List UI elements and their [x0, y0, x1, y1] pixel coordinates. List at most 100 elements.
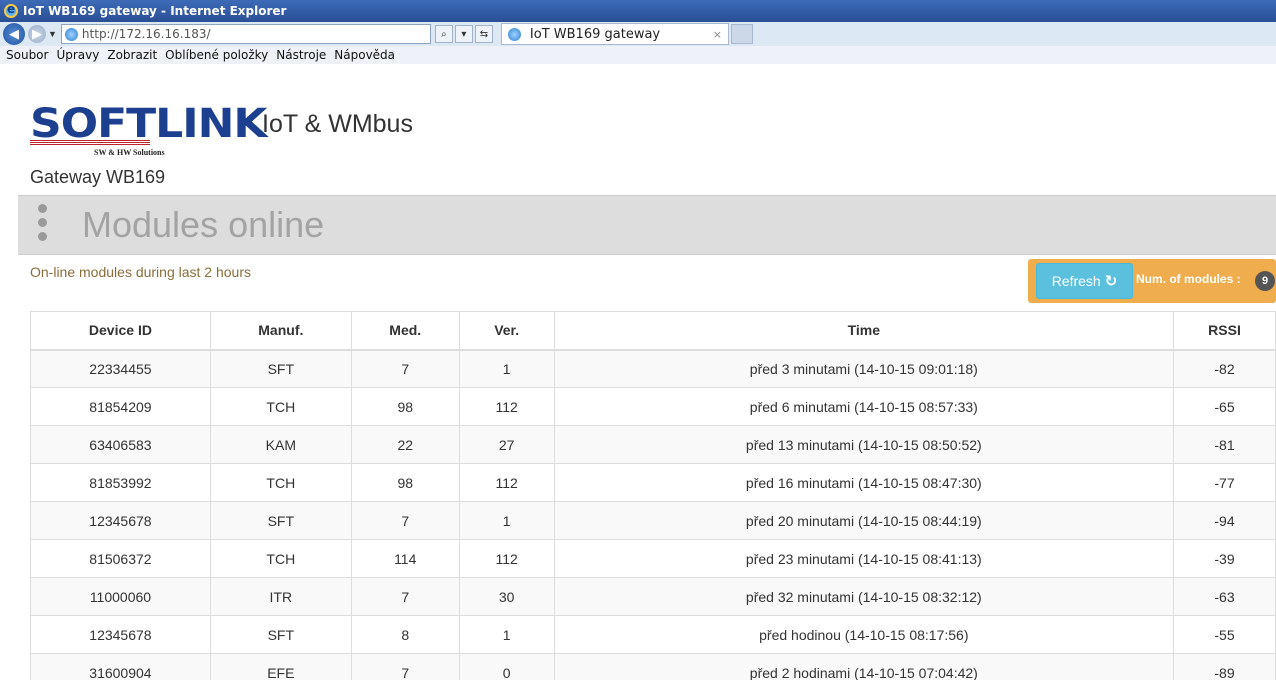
cell-time: před hodinou (14-10-15 08:17:56) [553, 615, 1175, 654]
cell-version: 112 [458, 387, 555, 426]
cell-manufacturer: SFT [209, 501, 352, 540]
cell-device-id: 81853992 [30, 463, 211, 502]
section-header: Modules online [18, 195, 1276, 255]
page-globe-icon [64, 27, 78, 41]
tab-close-icon[interactable]: × [713, 28, 722, 41]
table-row: 12345678 SFT 7 1 před 20 minutami (14-10… [30, 501, 1276, 540]
table-row: 22334455 SFT 7 1 před 3 minutami (14-10-… [30, 349, 1276, 388]
header-device-id: Device ID [30, 311, 211, 351]
forward-arrow-icon[interactable]: ▶ [28, 25, 46, 43]
table-row: 63406583 KAM 22 27 před 13 minutami (14-… [30, 425, 1276, 464]
module-count-label: Num. of modules : [1136, 272, 1241, 286]
cell-medium: 7 [350, 501, 460, 540]
logo-tagline: SW & HW Solutions [94, 148, 165, 157]
refresh-icon: ↻ [1104, 273, 1118, 290]
cell-time: před 13 minutami (14-10-15 08:50:52) [553, 425, 1175, 464]
cell-time: před 23 minutami (14-10-15 08:41:13) [553, 539, 1175, 578]
cell-medium: 98 [350, 387, 460, 426]
cell-device-id: 81854209 [30, 387, 211, 426]
logo-stripes [30, 140, 150, 146]
header-rssi: RSSI [1173, 311, 1276, 351]
cell-medium: 98 [350, 463, 460, 502]
cell-manufacturer: TCH [209, 539, 352, 578]
cell-device-id: 81506372 [30, 539, 211, 578]
cell-medium: 7 [350, 349, 460, 388]
menu-item-upravy[interactable]: Úpravy [56, 48, 99, 62]
header-medium: Med. [350, 311, 460, 351]
cell-version: 1 [458, 501, 555, 540]
cell-time: před 6 minutami (14-10-15 08:57:33) [553, 387, 1175, 426]
refresh-label: Refresh [1051, 273, 1101, 289]
tab-iot-gateway[interactable]: IoT WB169 gateway × [500, 23, 729, 45]
ie-logo-icon [4, 2, 18, 18]
cell-manufacturer: TCH [209, 463, 352, 502]
cell-medium: 7 [350, 577, 460, 616]
table-row: 12345678 SFT 8 1 před hodinou (14-10-15 … [30, 615, 1276, 654]
nav-row: ◀ ▶ ▼ http://172.16.16.183/ ⌕ ▾ ⇆ IoT WB… [0, 22, 1276, 46]
cell-device-id: 12345678 [30, 501, 211, 540]
address-bar[interactable]: http://172.16.16.183/ [60, 24, 431, 44]
refresh-button[interactable]: Refresh ↻ [1036, 263, 1133, 299]
cell-manufacturer: EFE [209, 653, 352, 680]
cell-time: před 32 minutami (14-10-15 08:32:12) [553, 577, 1175, 616]
address-dropdown-icon[interactable]: ▾ [454, 25, 473, 43]
address-tools: ⌕ ▾ ⇆ [434, 25, 493, 43]
cell-rssi: -63 [1173, 577, 1276, 616]
menu-item-oblibene[interactable]: Oblíbené položky [165, 48, 268, 62]
table-row: 31600904 EFE 7 0 před 2 hodinami (14-10-… [30, 653, 1276, 680]
module-count-badge: 9 [1255, 271, 1275, 291]
cell-version: 1 [458, 615, 555, 654]
cell-rssi: -39 [1173, 539, 1276, 578]
compatibility-view-icon[interactable]: ⇆ [474, 25, 493, 43]
cell-version: 27 [458, 425, 555, 464]
tab-favicon-icon [507, 27, 521, 41]
table-row: 81854209 TCH 98 112 před 6 minutami (14-… [30, 387, 1276, 426]
cell-version: 30 [458, 577, 555, 616]
cell-medium: 8 [350, 615, 460, 654]
brand-suffix: IoT & WMbus [262, 110, 413, 138]
vertical-dots-icon [38, 204, 48, 246]
cell-manufacturer: ITR [209, 577, 352, 616]
cell-rssi: -94 [1173, 501, 1276, 540]
logo-wordmark: SOFTLINK [30, 100, 267, 148]
menu-bar: Soubor Úpravy Zobrazit Oblíbené položky … [0, 46, 1276, 64]
cell-time: před 20 minutami (14-10-15 08:44:19) [553, 501, 1175, 540]
table-row: 81853992 TCH 98 112 před 16 minutami (14… [30, 463, 1276, 502]
address-url[interactable]: http://172.16.16.183/ [82, 27, 211, 41]
cell-medium: 114 [350, 539, 460, 578]
menu-item-zobrazit[interactable]: Zobrazit [107, 48, 157, 62]
cell-rssi: -82 [1173, 349, 1276, 388]
cell-time: před 16 minutami (14-10-15 08:47:30) [553, 463, 1175, 502]
header-time: Time [553, 311, 1175, 351]
cell-manufacturer: KAM [209, 425, 352, 464]
cell-device-id: 31600904 [30, 653, 211, 680]
tab-title: IoT WB169 gateway [529, 26, 661, 42]
module-count-panel: Refresh ↻ Num. of modules : 9 [1028, 259, 1276, 303]
menu-item-napoveda[interactable]: Nápověda [334, 48, 395, 62]
cell-manufacturer: SFT [209, 349, 352, 388]
cell-version: 1 [458, 349, 555, 388]
cell-device-id: 63406583 [30, 425, 211, 464]
history-dropdown-icon[interactable]: ▼ [48, 29, 57, 39]
header-version: Ver. [458, 311, 555, 351]
softlink-logo: SOFTLINK SW & HW Solutions [30, 100, 267, 157]
gateway-title: Gateway WB169 [30, 167, 166, 187]
back-arrow-icon[interactable]: ◀ [3, 23, 25, 45]
cell-medium: 7 [350, 653, 460, 680]
page-subtitle: On-line modules during last 2 hours [30, 264, 252, 280]
search-icon[interactable]: ⌕ [434, 25, 453, 43]
browser-toolbar: ◀ ▶ ▼ http://172.16.16.183/ ⌕ ▾ ⇆ IoT WB… [0, 22, 1276, 64]
cell-device-id: 12345678 [30, 615, 211, 654]
menu-item-nastroje[interactable]: Nástroje [276, 48, 326, 62]
cell-rssi: -89 [1173, 653, 1276, 680]
menu-item-soubor[interactable]: Soubor [6, 48, 48, 62]
cell-rssi: -55 [1173, 615, 1276, 654]
window-titlebar: IoT WB169 gateway - Internet Explorer [0, 0, 1276, 22]
window-title: IoT WB169 gateway - Internet Explorer [23, 4, 287, 18]
table-body: 22334455 SFT 7 1 před 3 minutami (14-10-… [30, 349, 1276, 680]
new-tab-button[interactable] [730, 24, 753, 44]
cell-manufacturer: TCH [209, 387, 352, 426]
modules-table: Device ID Manuf. Med. Ver. Time RSSI 223… [30, 311, 1276, 680]
cell-version: 0 [458, 653, 555, 680]
cell-rssi: -81 [1173, 425, 1276, 464]
